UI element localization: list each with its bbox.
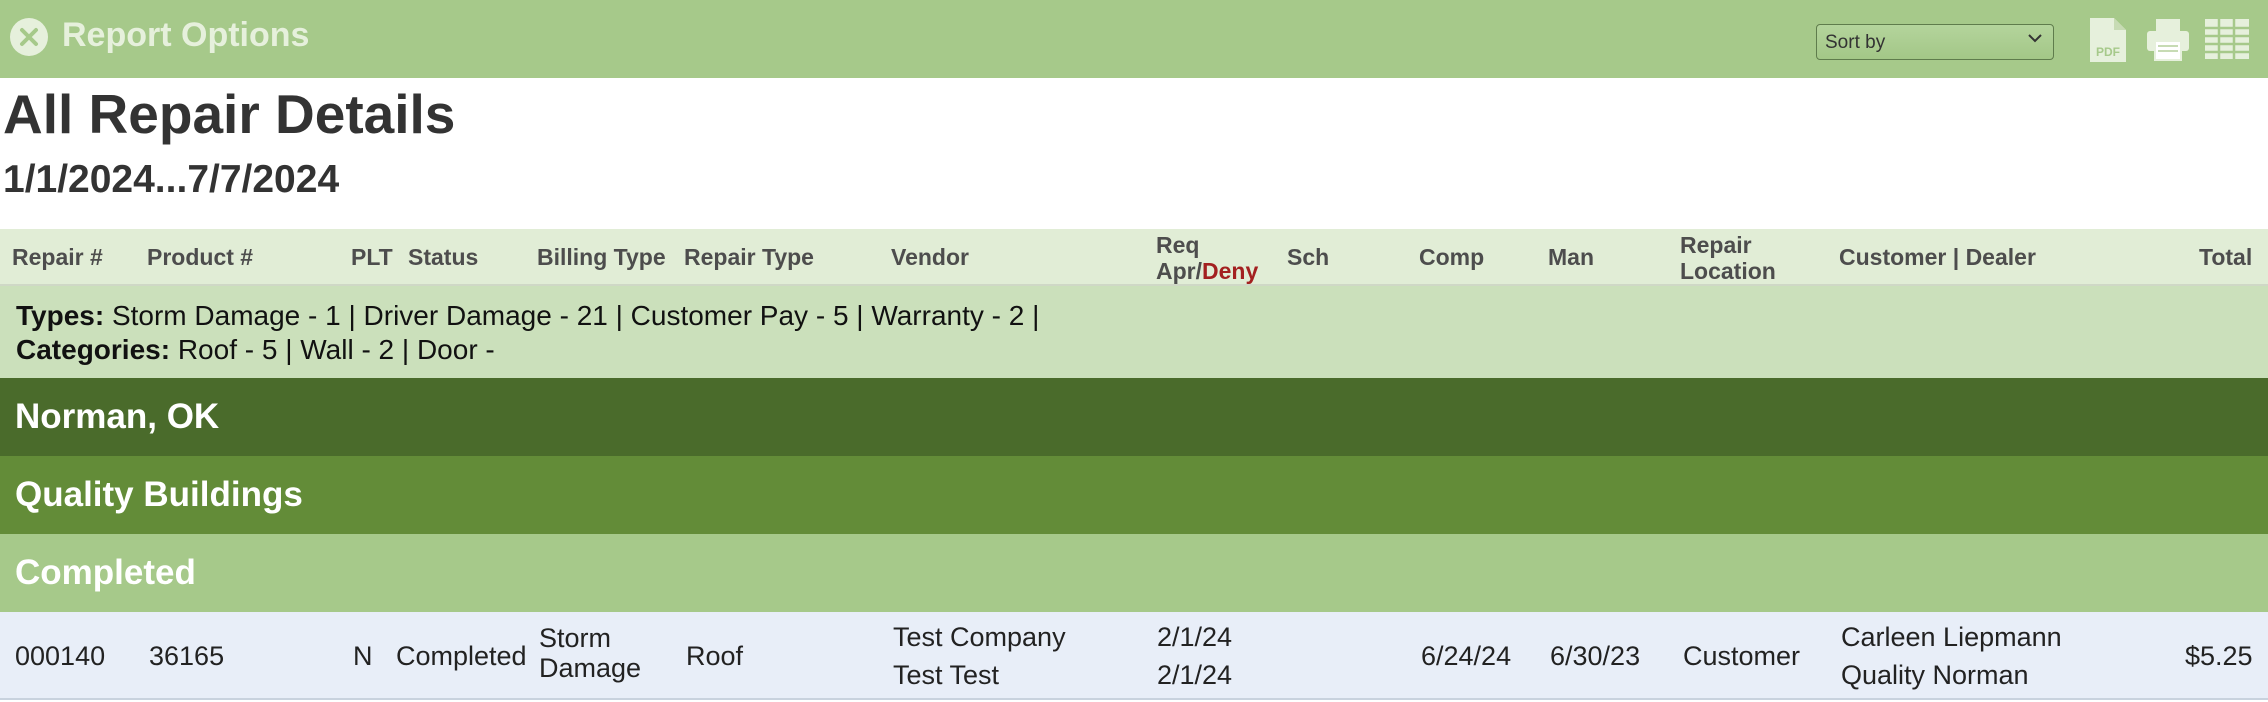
column-vendor[interactable]: Vendor bbox=[891, 244, 969, 270]
print-icon bbox=[2147, 19, 2189, 61]
column-req-label: Req bbox=[1156, 232, 1200, 258]
column-sch[interactable]: Sch bbox=[1287, 244, 1329, 270]
group-status-header[interactable]: Completed bbox=[0, 534, 2268, 612]
cell-customer-dealer: Carleen Liepmann Quality Norman bbox=[1841, 618, 2062, 694]
column-total[interactable]: Total bbox=[2199, 244, 2252, 270]
cell-vendor: Test Company Test Test bbox=[893, 618, 1066, 694]
report-title: All Repair Details bbox=[3, 83, 456, 145]
summary-categories: Categories: Roof - 5 | Wall - 2 | Door - bbox=[16, 334, 495, 366]
print-button[interactable] bbox=[2145, 16, 2191, 67]
column-deny-label: Deny bbox=[1202, 258, 1259, 284]
cell-billing-type-line2: Damage bbox=[539, 653, 642, 683]
cell-repair-number: 000140 bbox=[15, 641, 106, 671]
summary-categories-value: Roof - 5 | Wall - 2 | Door - bbox=[177, 334, 495, 365]
sort-by-value: Sort by bbox=[1825, 32, 1886, 53]
cell-product-number: 36165 bbox=[149, 641, 225, 671]
cell-customer: Carleen Liepmann bbox=[1841, 622, 2062, 652]
column-man[interactable]: Man bbox=[1548, 244, 1594, 270]
cell-req-apr: 2/1/24 2/1/24 bbox=[1157, 618, 1232, 694]
report-date-range: 1/1/2024...7/7/2024 bbox=[3, 158, 340, 201]
chevron-down-icon bbox=[2028, 34, 2042, 43]
summary-panel: Types: Storm Damage - 1 | Driver Damage … bbox=[0, 286, 2268, 378]
column-repair-number[interactable]: Repair # bbox=[12, 244, 103, 270]
cell-billing-type: Storm Damage bbox=[539, 623, 641, 683]
column-repair-location-line1: Repair bbox=[1680, 232, 1752, 258]
column-repair-location[interactable]: Repair Location bbox=[1680, 232, 1776, 284]
column-apr-label: Apr/ bbox=[1156, 258, 1202, 284]
cell-plt: N bbox=[353, 641, 373, 671]
cell-dealer: Quality Norman bbox=[1841, 660, 2029, 690]
column-product-number[interactable]: Product # bbox=[147, 244, 253, 270]
group-status-label: Completed bbox=[15, 553, 196, 592]
column-comp[interactable]: Comp bbox=[1419, 244, 1484, 270]
summary-types: Types: Storm Damage - 1 | Driver Damage … bbox=[16, 300, 1039, 332]
cell-vendor-line2: Test Test bbox=[893, 660, 1000, 690]
report-options-toolbar: Report Options Sort by PDF bbox=[0, 0, 2268, 78]
toolbar-title: Report Options bbox=[62, 16, 310, 54]
column-req-apr-deny[interactable]: Req Apr/Deny bbox=[1156, 232, 1258, 284]
cell-billing-type-line1: Storm bbox=[539, 623, 612, 653]
summary-types-label: Types: bbox=[16, 300, 105, 331]
table-row[interactable]: 000140 36165 N Completed Storm Damage Ro… bbox=[0, 612, 2268, 700]
column-repair-type[interactable]: Repair Type bbox=[684, 244, 814, 270]
pdf-icon: PDF bbox=[2090, 18, 2126, 62]
cell-vendor-line1: Test Company bbox=[893, 622, 1066, 652]
group-location-header[interactable]: Norman, OK bbox=[0, 378, 2268, 456]
export-pdf-button[interactable]: PDF bbox=[2088, 16, 2128, 69]
cell-total: $5.25 bbox=[2185, 641, 2253, 671]
cell-repair-type: Roof bbox=[686, 641, 744, 671]
svg-text:PDF: PDF bbox=[2096, 45, 2120, 59]
table-view-button[interactable] bbox=[2203, 16, 2251, 67]
sort-by-select[interactable]: Sort by bbox=[1816, 24, 2054, 60]
column-plt[interactable]: PLT bbox=[351, 244, 393, 270]
summary-categories-label: Categories: bbox=[16, 334, 171, 365]
column-apr-deny-label: Apr/Deny bbox=[1156, 258, 1258, 284]
column-status[interactable]: Status bbox=[408, 244, 478, 270]
cell-apr-date: 2/1/24 bbox=[1157, 660, 1233, 690]
cell-comp: 6/24/24 bbox=[1421, 641, 1512, 671]
table-icon bbox=[2205, 19, 2249, 59]
group-location-label: Norman, OK bbox=[15, 397, 220, 436]
column-billing-type[interactable]: Billing Type bbox=[537, 244, 666, 270]
summary-types-value: Storm Damage - 1 | Driver Damage - 21 | … bbox=[111, 300, 1040, 331]
cell-req-date: 2/1/24 bbox=[1157, 622, 1233, 652]
column-repair-location-line2: Location bbox=[1680, 258, 1776, 284]
close-circle-icon bbox=[20, 28, 38, 46]
table-column-header: Repair # Product # PLT Status Billing Ty… bbox=[0, 229, 2268, 286]
cell-man: 6/30/23 bbox=[1550, 641, 1641, 671]
group-dealer-header[interactable]: Quality Buildings bbox=[0, 456, 2268, 534]
column-customer-dealer[interactable]: Customer | Dealer bbox=[1839, 244, 2036, 270]
cell-repair-location: Customer bbox=[1683, 641, 1801, 671]
group-dealer-label: Quality Buildings bbox=[15, 475, 303, 514]
close-button[interactable] bbox=[10, 18, 48, 56]
cell-status: Completed bbox=[396, 641, 527, 671]
